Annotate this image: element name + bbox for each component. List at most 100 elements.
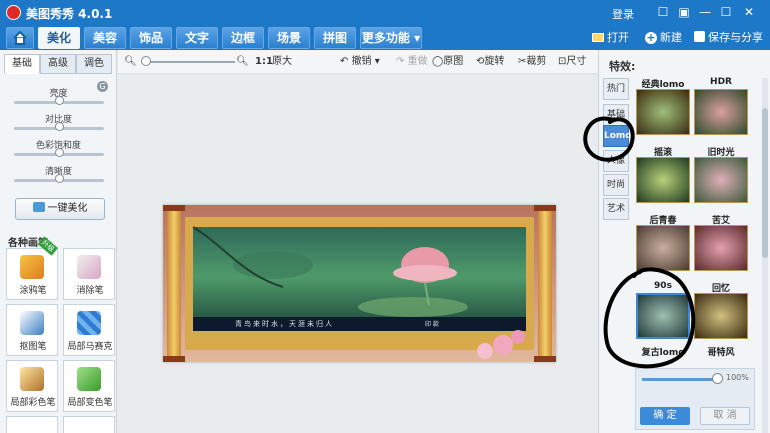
tool-color-pen[interactable]: 局部彩色笔	[6, 360, 58, 412]
category-portrait[interactable]: 人像	[603, 150, 629, 172]
brightness-slider[interactable]: 亮度	[0, 86, 117, 112]
effects-scrollbar[interactable]	[762, 78, 768, 433]
zoom-in-icon[interactable]: 🔍︎	[236, 55, 249, 69]
original-label: 原图	[443, 56, 464, 67]
sharpness-slider[interactable]: 清晰度	[0, 164, 117, 190]
undo-button[interactable]: ↶ 撤销 ▾	[340, 55, 380, 69]
slider-knob[interactable]	[55, 96, 64, 105]
home-tab[interactable]	[6, 27, 34, 49]
zoom-slider-knob[interactable]	[141, 56, 151, 66]
cancel-button[interactable]: 取 消	[700, 407, 750, 425]
tool-more-1[interactable]	[6, 416, 58, 433]
tab-changjing[interactable]: 场景	[268, 27, 310, 49]
effect-name: 复古lomo	[641, 348, 685, 358]
new-button[interactable]: + 新建	[645, 29, 682, 47]
category-art[interactable]: 艺术	[603, 198, 629, 220]
save-icon	[694, 31, 705, 42]
tool-label: 局部变色笔	[67, 398, 113, 408]
save-label: 保存与分享	[708, 31, 763, 44]
scrollbar-thumb[interactable]	[762, 108, 768, 258]
tab-biankuang[interactable]: 边框	[222, 27, 264, 49]
one-key-beautify-button[interactable]: 一键美化	[15, 198, 105, 220]
new-label: 新建	[660, 31, 682, 44]
tab-basic[interactable]: 基础	[4, 54, 40, 74]
strength-slider-track[interactable]	[642, 378, 718, 381]
photo-seal: 印 款	[425, 321, 439, 328]
zoom-slider-track[interactable]	[143, 61, 235, 63]
open-button[interactable]: 打开	[592, 29, 629, 47]
slider-knob[interactable]	[55, 148, 64, 157]
redo-button[interactable]: ↷ 重做	[396, 55, 428, 69]
effect-name: 90s	[654, 281, 672, 291]
saturation-slider[interactable]: 色彩饱和度	[0, 138, 117, 164]
canvas-area[interactable]: 青鸟来时水，天涯未归人 印 款	[118, 74, 598, 433]
confirm-button[interactable]: 确 定	[640, 407, 690, 425]
tool-mosaic[interactable]: 局部马赛克	[63, 304, 115, 356]
tab-advanced[interactable]: 高级	[40, 54, 76, 74]
right-panel: 特效: 热门 基础 Lomo 人像 时尚 艺术 经典lomo HDR 摇滚 旧时…	[598, 50, 770, 433]
tab-meihua[interactable]: 美化	[38, 27, 80, 49]
strength-value: 100%	[726, 373, 749, 382]
rotate-label: 旋转	[484, 56, 505, 67]
tab-color[interactable]: 调色	[76, 54, 112, 74]
effect-strength-panel: 100% 确 定 取 消	[635, 368, 755, 430]
paintbrush-icon	[20, 367, 44, 391]
zoom-one-to-one[interactable]: 1:1	[255, 55, 273, 69]
tab-wenzi[interactable]: 文字	[176, 27, 218, 49]
tool-label: 局部彩色笔	[10, 398, 56, 408]
undo-label: 撤销	[351, 56, 372, 67]
category-hot[interactable]: 热门	[603, 78, 629, 100]
category-lomo[interactable]: Lomo	[603, 125, 631, 147]
maximize-button[interactable]: ☐	[718, 4, 734, 20]
eraser-icon	[77, 255, 101, 279]
redo-label: 重做	[407, 56, 428, 67]
tool-recolor-pen[interactable]: 局部变色笔	[63, 360, 115, 412]
slider-knob[interactable]	[55, 122, 64, 131]
home-icon	[13, 30, 27, 45]
paint-bucket-icon	[77, 367, 101, 391]
message-icon[interactable]: ☐	[655, 4, 671, 20]
tool-label: 抠图笔	[19, 342, 47, 352]
open-label: 打开	[607, 31, 629, 44]
one-key-label: 一键美化	[47, 203, 88, 214]
login-link[interactable]: 登录	[612, 6, 634, 22]
edited-photo[interactable]: 青鸟来时水，天涯未归人 印 款	[163, 205, 556, 362]
folder-icon	[592, 33, 604, 42]
tool-more-2[interactable]	[63, 416, 115, 433]
size-label: 尺寸	[566, 56, 587, 67]
effect-thumbnail	[636, 225, 690, 271]
tool-cutout-pen[interactable]: 抠图笔	[6, 304, 58, 356]
tool-eraser-pen[interactable]: 消除笔	[63, 248, 115, 300]
mosaic-icon	[77, 311, 101, 335]
tab-more[interactable]: 更多功能 ▾	[360, 27, 422, 49]
original-image-button[interactable]: ◯原图	[432, 55, 463, 69]
tool-doodle-pen[interactable]: 涂鸦笔 升级	[6, 236, 58, 300]
category-basic[interactable]: 基础	[603, 104, 629, 126]
tab-pintu[interactable]: 拼图	[314, 27, 356, 49]
effect-thumbnail	[694, 225, 748, 271]
original-size-button[interactable]: 原大	[272, 55, 292, 69]
tab-meirong[interactable]: 美容	[84, 27, 126, 49]
crop-button[interactable]: ✂裁剪	[518, 55, 546, 69]
minimize-button[interactable]: —	[697, 4, 713, 20]
save-share-button[interactable]: 保存与分享	[694, 29, 763, 47]
strength-slider-knob[interactable]	[712, 373, 723, 384]
left-panel: 基础 高级 调色 G 亮度 对比度 色彩饱和度 清晰度 一键美化 各种画笔 涂鸦…	[0, 50, 117, 433]
effect-name: 哥特风	[707, 348, 735, 358]
effect-thumbnail	[636, 89, 690, 135]
slider-knob[interactable]	[55, 174, 64, 183]
close-button[interactable]: ✕	[741, 4, 757, 20]
tab-shipin[interactable]: 饰品	[130, 27, 172, 49]
size-button[interactable]: ⊡尺寸	[558, 55, 586, 69]
category-fashion[interactable]: 时尚	[603, 174, 629, 196]
zoom-out-icon[interactable]: 🔍︎	[124, 55, 137, 69]
contrast-slider[interactable]: 对比度	[0, 112, 117, 138]
tool-label: 涂鸦笔	[19, 286, 47, 296]
rotate-button[interactable]: ⟲旋转	[476, 55, 504, 69]
effect-thumbnail	[694, 89, 748, 135]
title-bar: 美图秀秀 4.0.1 登录 ☐ ▣ — ☐ ✕	[0, 0, 770, 25]
app-logo-icon	[6, 5, 21, 20]
tool-label: 消除笔	[76, 286, 104, 296]
effect-name: HDR	[710, 77, 732, 87]
menu-icon[interactable]: ▣	[676, 4, 692, 20]
